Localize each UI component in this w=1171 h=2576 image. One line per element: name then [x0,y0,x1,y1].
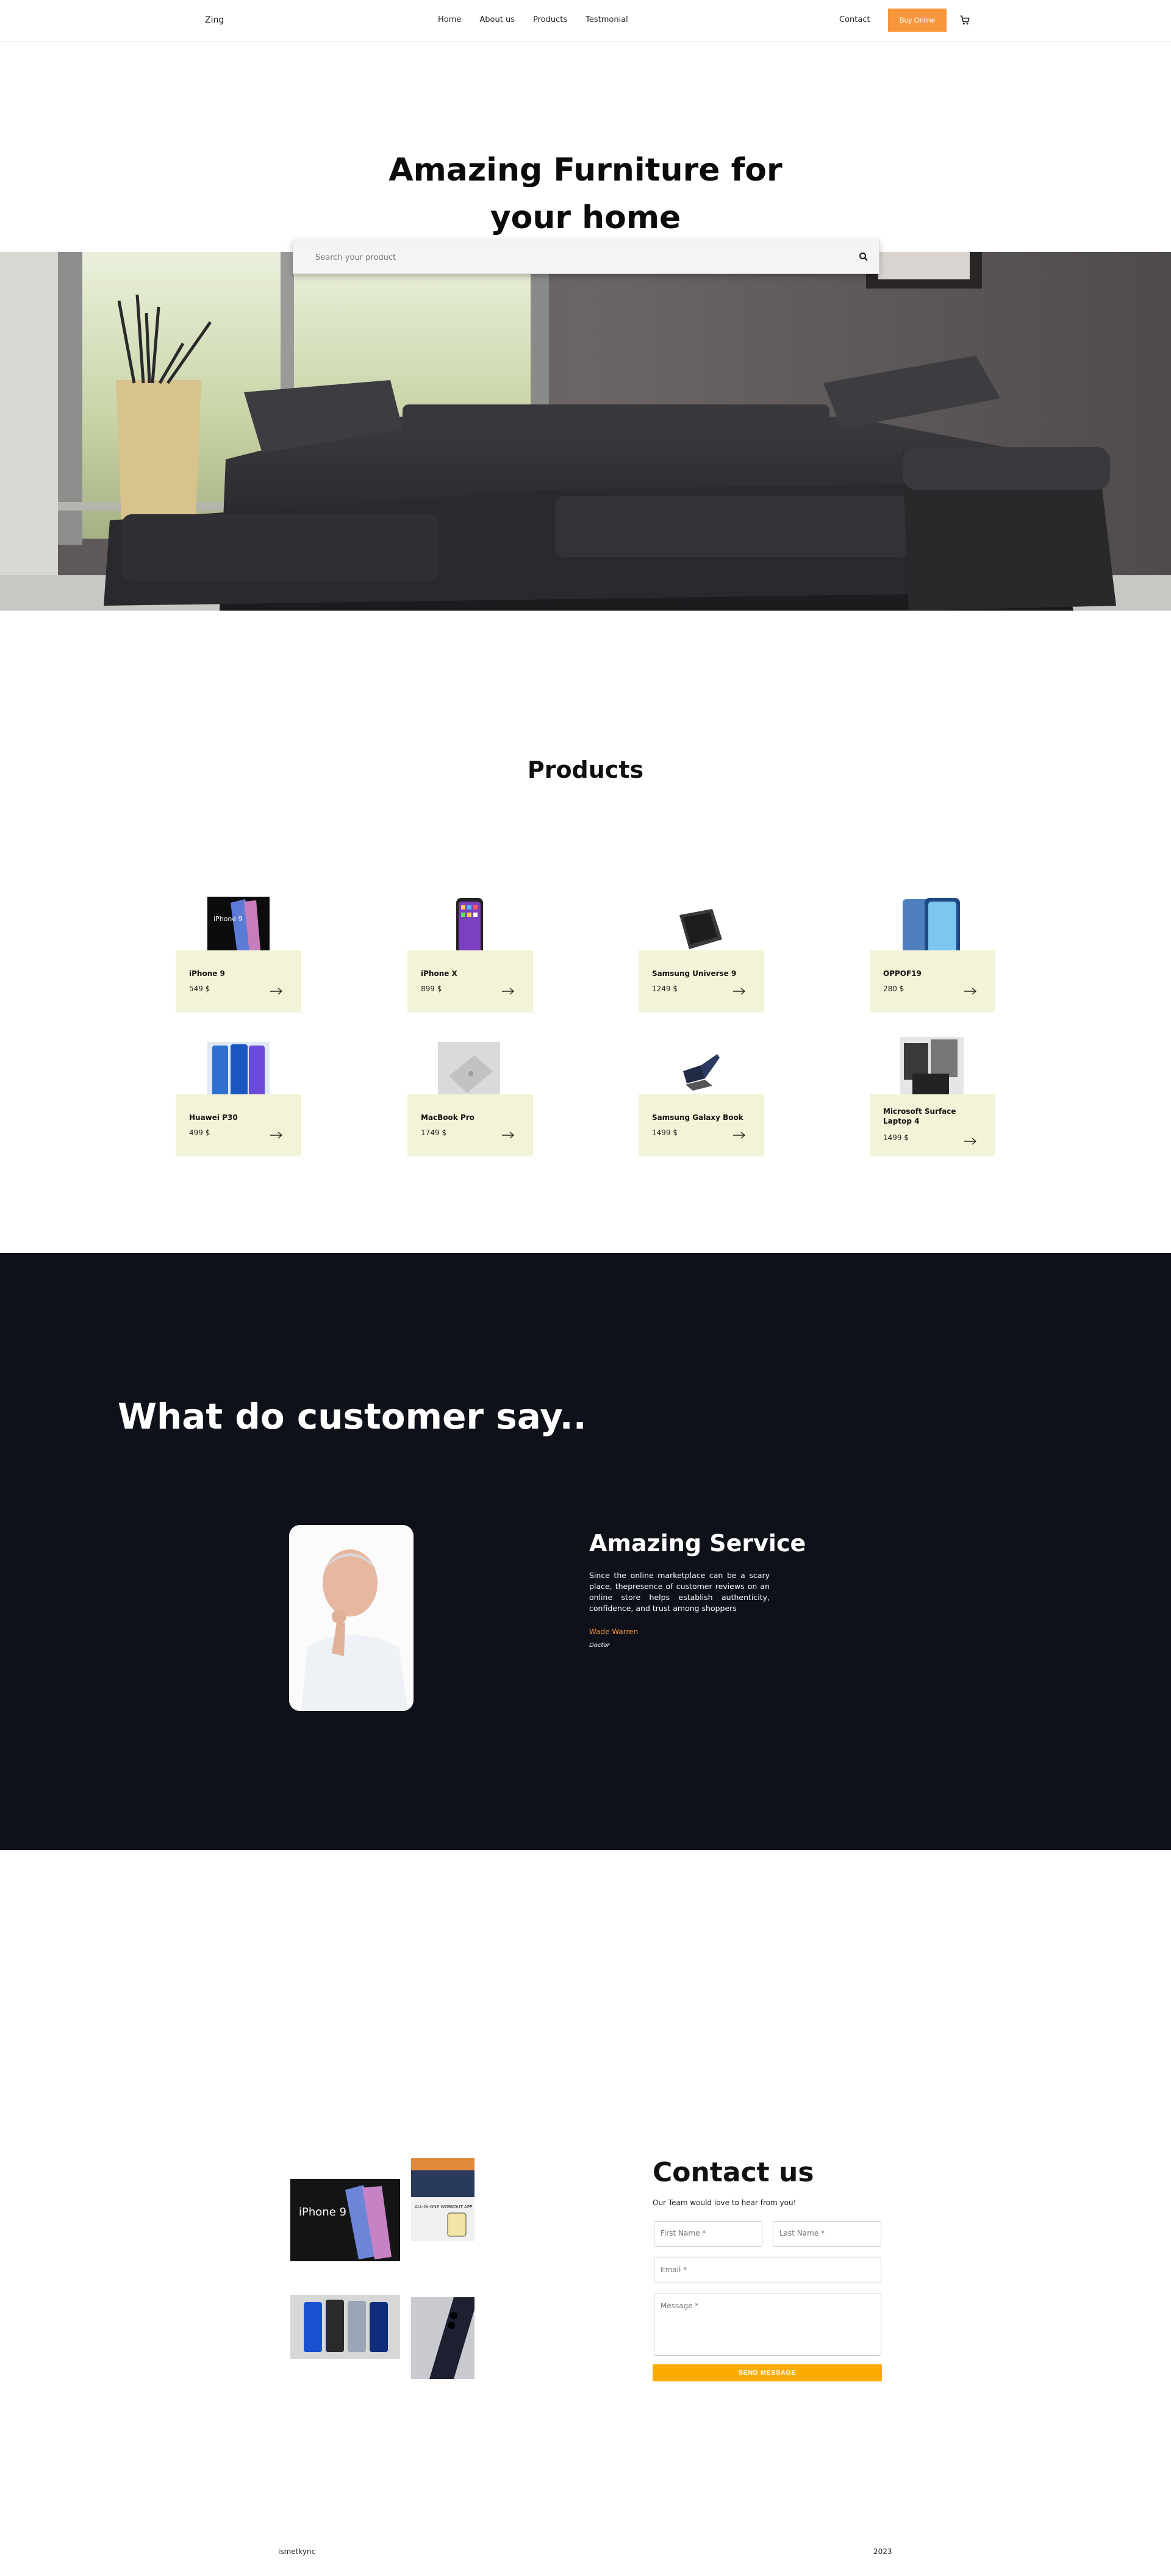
arrow-right-icon[interactable] [964,987,977,996]
contact-title: Contact us [653,2157,814,2188]
nav-link-contact[interactable]: Contact [839,15,870,24]
product-name: OPPOF19 [883,969,922,978]
arrow-right-icon[interactable] [501,987,515,996]
message-textarea[interactable] [661,2302,875,2350]
product-card[interactable]: MacBook Pro 1749 $ [407,1094,533,1157]
promo-iphone-label: iPhone 9 [299,2206,346,2219]
product-name: Samsung Universe 9 [652,969,737,978]
product-card[interactable]: Samsung Universe 9 1249 $ [639,950,764,1013]
product-name: Samsung Galaxy Book [652,1113,743,1122]
hero-sofa-image [0,252,1171,611]
footer-author: ismetkync [278,2547,316,2556]
hero-title: Amazing Furniture for your home [389,152,782,236]
product-price: 1249 $ [652,985,678,993]
last-name-field [773,2221,881,2247]
send-message-button[interactable]: SEND MESSAGE [653,2364,882,2381]
product-search-bar [293,240,879,274]
cart-icon[interactable] [959,14,971,26]
product-card[interactable]: Microsoft Surface Laptop 4 1499 $ [870,1094,995,1157]
contact-image-phone-back [411,2297,474,2379]
product-price: 1499 $ [652,1128,678,1137]
svg-text:iPhone 9: iPhone 9 [213,915,243,923]
product-card[interactable]: Samsung Galaxy Book 1499 $ [639,1094,764,1157]
product-image-macbook-pro[interactable] [438,1042,500,1103]
nav-link-about[interactable]: About us [479,15,515,24]
first-name-field [654,2221,762,2247]
product-name: Huawei P30 [189,1113,238,1122]
product-name: iPhone X [421,969,457,978]
nav-link-testimonial[interactable]: Testmonial [586,15,628,24]
product-price: 499 $ [189,1128,210,1137]
product-price: 549 $ [189,985,210,993]
arrow-right-icon[interactable] [732,1131,746,1139]
contact-image-iphone-9: iPhone 9 [290,2179,400,2261]
arrow-right-icon[interactable] [732,987,746,996]
product-image-iphone-x[interactable] [455,897,484,959]
testimonial-title: Amazing Service [589,1530,806,1557]
nav-link-products[interactable]: Products [533,15,567,24]
top-nav: Zing Home About us Products Testmonial C… [0,0,1171,41]
testimonial-text: Since the online marketplace can be a sc… [589,1571,770,1613]
contact-image-phones-row [290,2295,400,2359]
product-price: 1499 $ [883,1133,909,1142]
product-price: 899 $ [421,985,442,993]
search-input[interactable] [315,251,803,264]
nav-links: Home About us Products Testmonial [438,15,646,24]
customer-name: Wade Warren [589,1627,639,1636]
product-image-oppof19[interactable] [900,897,964,959]
product-name: Microsoft Surface Laptop 4 [883,1107,956,1125]
customer-avatar [289,1525,414,1711]
contact-subtitle: Our Team would love to hear from you! [653,2198,797,2207]
product-card[interactable]: Huawei P30 499 $ [176,1094,301,1157]
buy-online-button[interactable]: Buy Online [888,9,947,32]
brand-logo[interactable]: Zing [205,15,224,25]
testimonial-section [0,1253,1171,1850]
footer-year: 2023 [873,2547,892,2556]
arrow-right-icon[interactable] [270,987,283,996]
promo-app-text: ALL-IN-ONE WORKOUT APP [415,2205,472,2209]
nav-link-home[interactable]: Home [438,15,461,24]
contact-image-app: ALL-IN-ONE WORKOUT APP [411,2158,474,2241]
arrow-right-icon[interactable] [964,1137,977,1146]
last-name-input[interactable] [779,2229,875,2237]
product-card[interactable]: iPhone X 899 $ [407,950,533,1013]
arrow-right-icon[interactable] [501,1131,515,1139]
first-name-input[interactable] [661,2229,756,2237]
product-image-samsung-galaxy-book[interactable] [677,1049,723,1096]
product-price: 1749 $ [421,1128,446,1137]
products-title: Products [527,756,644,783]
product-name: iPhone 9 [189,969,225,978]
product-card[interactable]: iPhone 9 549 $ [176,950,301,1013]
product-image-microsoft-surface-laptop-4[interactable] [900,1037,964,1103]
email-field [654,2258,881,2283]
customer-role: Doctor [589,1642,610,1649]
message-field [654,2294,881,2356]
product-name: MacBook Pro [421,1113,474,1122]
arrow-right-icon[interactable] [270,1131,283,1139]
product-image-huawei-p30[interactable] [207,1042,270,1103]
email-input[interactable] [661,2266,875,2274]
product-price: 280 $ [883,985,904,993]
search-icon[interactable] [858,251,869,262]
product-image-iphone-9[interactable]: iPhone 9 [207,897,270,959]
product-image-samsung-universe-9[interactable] [670,903,728,958]
product-card[interactable]: OPPOF19 280 $ [870,950,995,1013]
testimonial-heading: What do customer say.. [118,1396,587,1437]
